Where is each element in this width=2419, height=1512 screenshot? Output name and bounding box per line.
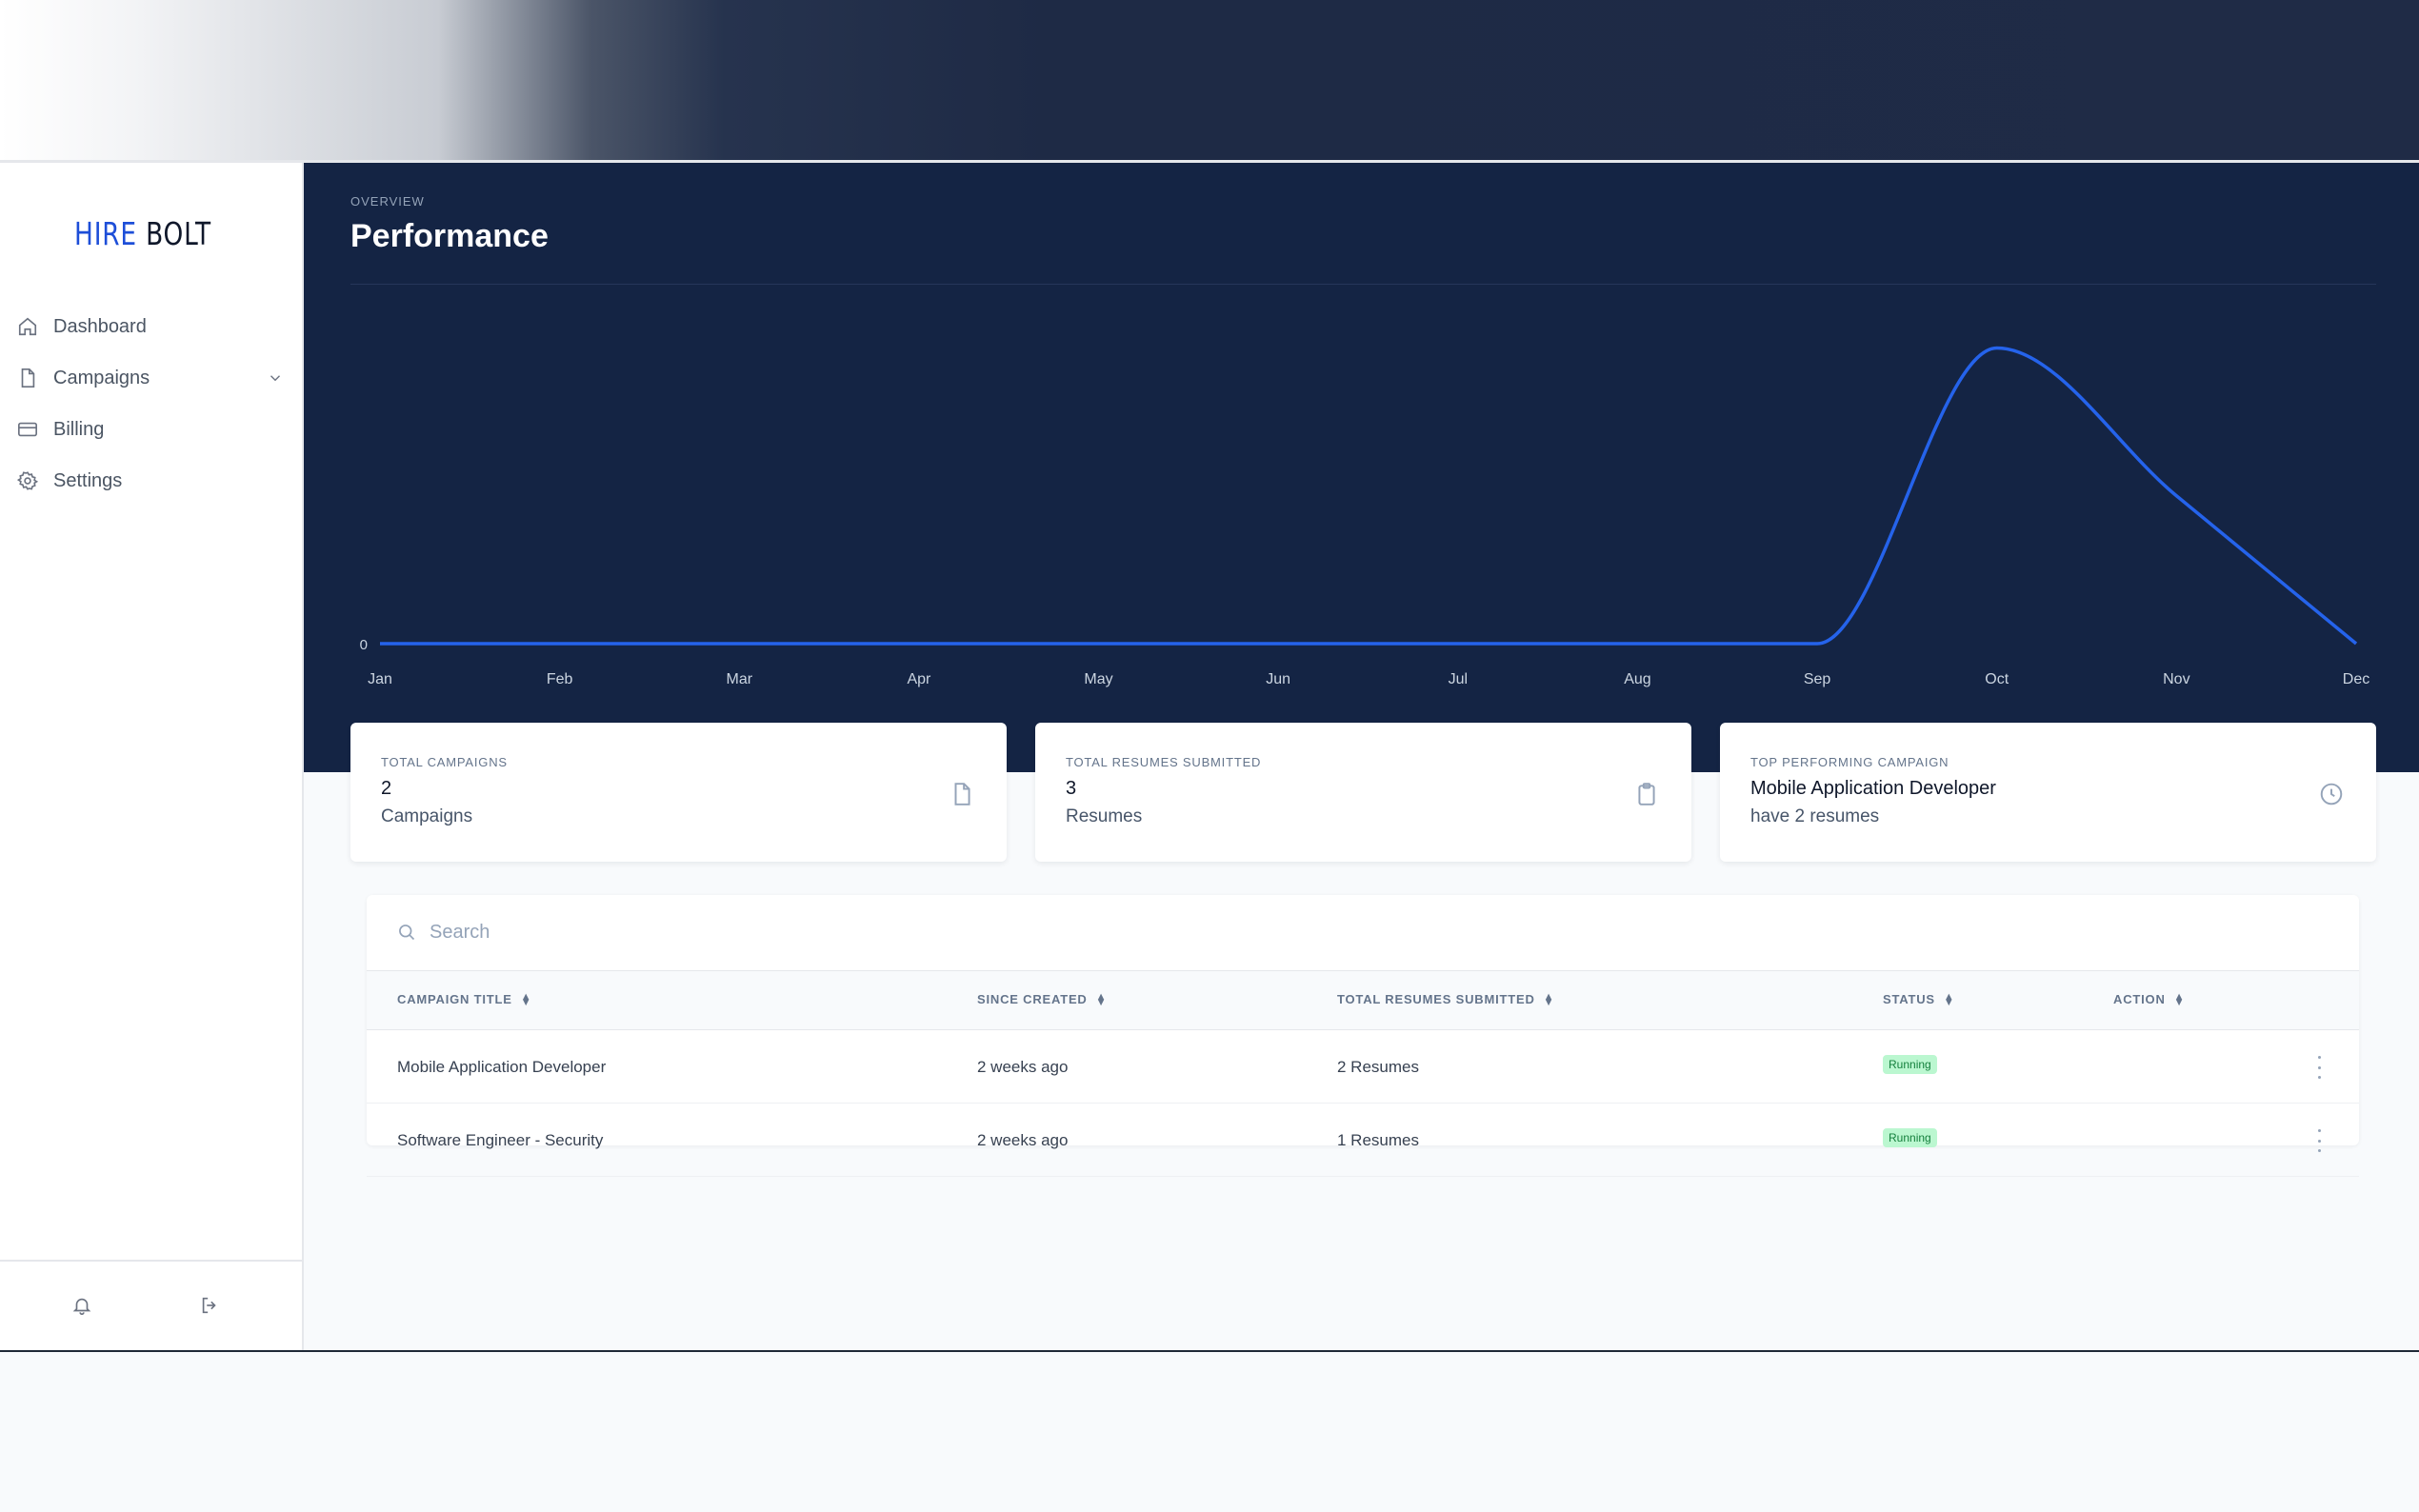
sort-icon: ▲ ▼	[1543, 990, 1555, 1008]
search-input[interactable]	[430, 916, 2239, 948]
campaigns-table: CAMPAIGN TITLE ▲▼ SINCE CREATED ▲▼ TOTAL R…	[367, 895, 2359, 1177]
column-header-action[interactable]: ACTION ▲ ▼	[2113, 990, 2186, 1008]
x-tick-label: Oct	[1985, 671, 2009, 687]
x-tick-label: Jul	[1449, 671, 1468, 687]
document-icon	[21, 368, 35, 388]
sidebar-footer	[0, 1260, 302, 1350]
table-row[interactable]: Mobile Application Developer 2 weeks ago…	[367, 1030, 2359, 1104]
row-actions-menu-icon[interactable]	[2313, 1129, 2325, 1152]
campaign-title-cell[interactable]: Software Engineer - Security	[397, 1131, 603, 1150]
main-content: OVERVIEW Performance 0 Jan Feb Mar Apr May Jun…	[304, 163, 2419, 1350]
x-tick-label: Sep	[1804, 671, 1831, 687]
stat-value: Mobile Application Developer	[1750, 778, 1996, 799]
resumes-cell: 1 Resumes	[1337, 1131, 1419, 1149]
x-tick-label: Nov	[2163, 671, 2189, 687]
column-header-campaign-title[interactable]: CAMPAIGN TITLE ▲ ▼	[397, 990, 532, 1008]
stat-value: 3	[1066, 778, 1077, 799]
chevron-down-icon[interactable]	[267, 369, 284, 387]
stat-label: TOTAL RESUMES SUBMITTED	[1066, 755, 1262, 769]
x-tick-label: Aug	[1624, 671, 1650, 687]
stat-label: TOTAL CAMPAIGNS	[381, 755, 508, 769]
sidebar-item-settings[interactable]: Settings	[17, 455, 284, 507]
x-tick-label: Mar	[726, 671, 752, 687]
sidebar-item-billing[interactable]: Billing	[17, 404, 284, 455]
sidebar: HIRE BOLT Dashboard Campaigns Billing Se…	[0, 163, 304, 1350]
x-tick-label: Apr	[907, 671, 931, 687]
sidebar-item-label: Billing	[53, 418, 105, 440]
row-actions-menu-icon[interactable]	[2313, 1056, 2325, 1079]
brand-logo-part1: HIRE	[74, 215, 137, 252]
column-header-total-resumes[interactable]: TOTAL RESUMES SUBMITTED ▲ ▼	[1337, 990, 1555, 1008]
x-tick-label: Jun	[1266, 671, 1290, 687]
status-badge: Running	[1883, 1128, 1937, 1147]
series-line	[380, 346, 2358, 646]
bell-icon	[72, 1298, 91, 1315]
clock-icon	[2319, 782, 2344, 806]
brand-logo-part2: BOLT	[146, 215, 211, 252]
brand-logo[interactable]: HIRE BOLT	[29, 215, 257, 252]
stat-subtext: Campaigns	[381, 806, 473, 826]
document-icon	[950, 782, 974, 806]
y-tick-label: 0	[360, 637, 368, 653]
since-created-cell: 2 weeks ago	[977, 1131, 1069, 1149]
column-header-label: TOTAL RESUMES SUBMITTED	[1337, 992, 1535, 1006]
x-tick-label: Feb	[547, 671, 573, 687]
stat-card-total-resumes: TOTAL RESUMES SUBMITTED 3 Resumes	[1035, 723, 1691, 862]
status-badge: Running	[1883, 1055, 1937, 1074]
credit-card-icon	[18, 422, 37, 437]
sidebar-item-campaigns[interactable]: Campaigns	[17, 352, 284, 404]
performance-chart: 0 Jan Feb Mar Apr May Jun Jul Aug Sep Oct Nov Dec	[360, 346, 2369, 687]
stat-cards: TOTAL CAMPAIGNS 2 Campaigns TOTAL RESUME…	[350, 723, 2376, 862]
sidebar-item-label: Dashboard	[53, 315, 147, 337]
table-header: CAMPAIGN TITLE ▲ ▼ SINCE CREATED ▲ ▼ TOTAL R…	[367, 971, 2359, 1030]
sort-icon: ▲ ▼	[2173, 990, 2186, 1008]
x-tick-label: Dec	[2343, 671, 2369, 687]
stat-card-total-campaigns: TOTAL CAMPAIGNS 2 Campaigns	[350, 723, 1007, 862]
column-header-label: SINCE CREATED	[977, 992, 1088, 1006]
performance-panel: OVERVIEW Performance 0 Jan Feb Mar Apr May Jun…	[304, 163, 2419, 772]
table-row[interactable]: Software Engineer - Security 2 weeks ago…	[367, 1104, 2359, 1177]
sidebar-item-label: Settings	[53, 469, 123, 491]
sidebar-item-label: Campaigns	[53, 367, 150, 388]
search-bar	[367, 895, 2359, 971]
logout-icon	[202, 1297, 216, 1314]
clipboard-icon	[1634, 782, 1659, 806]
search-icon	[399, 925, 415, 941]
stat-label: TOP PERFORMING CAMPAIGN	[1750, 755, 1949, 769]
top-backdrop	[0, 0, 2419, 160]
home-icon	[18, 317, 37, 336]
stat-subtext: have 2 resumes	[1750, 806, 1880, 826]
column-header-label: STATUS	[1883, 992, 1935, 1006]
stat-subtext: Resumes	[1066, 806, 1143, 826]
page-overline: OVERVIEW	[350, 194, 425, 209]
x-tick-label: May	[1084, 671, 1112, 687]
gear-icon	[17, 471, 38, 490]
column-header-status[interactable]: STATUS ▲ ▼	[1883, 990, 1955, 1008]
bottom-backdrop	[0, 1352, 2419, 1512]
logout-button[interactable]	[199, 1295, 220, 1316]
stat-card-top-campaign: TOP PERFORMING CAMPAIGN Mobile Applicati…	[1720, 723, 2376, 862]
sidebar-item-dashboard[interactable]: Dashboard	[17, 301, 284, 352]
sort-icon: ▲ ▼	[1943, 990, 1955, 1008]
campaign-title-cell[interactable]: Mobile Application Developer	[397, 1058, 606, 1077]
page-title: Performance	[350, 218, 549, 254]
since-created-cell: 2 weeks ago	[977, 1058, 1069, 1076]
column-header-label: ACTION	[2113, 992, 2166, 1006]
x-tick-label: Jan	[368, 671, 392, 687]
header-divider	[350, 284, 2376, 285]
notifications-button[interactable]	[71, 1295, 92, 1316]
stat-value: 2	[381, 778, 392, 799]
sort-icon: ▲ ▼	[1095, 990, 1108, 1008]
resumes-cell: 2 Resumes	[1337, 1058, 1419, 1076]
sidebar-nav: Dashboard Campaigns Billing Settings	[17, 301, 284, 507]
sort-icon: ▲ ▼	[520, 990, 532, 1008]
column-header-label: CAMPAIGN TITLE	[397, 992, 512, 1006]
column-header-since-created[interactable]: SINCE CREATED ▲ ▼	[977, 990, 1108, 1008]
